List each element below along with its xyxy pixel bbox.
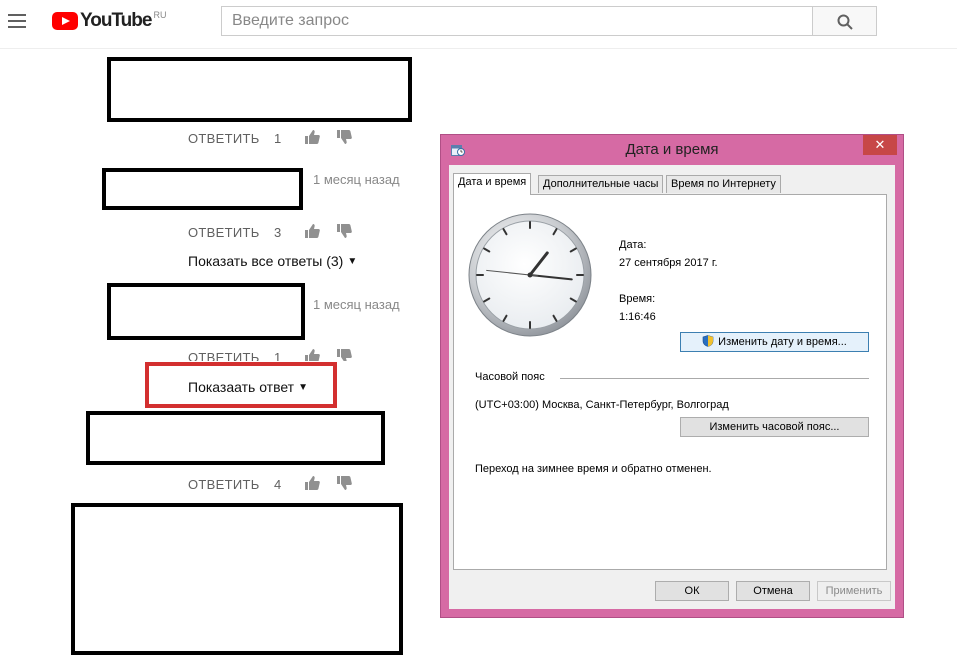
close-icon: ✕ — [874, 137, 886, 152]
reply-button[interactable]: ОТВЕТИТЬ — [188, 225, 260, 240]
tab-internet-time[interactable]: Время по Интернету — [666, 175, 781, 193]
comment-actions-1: ОТВЕТИТЬ 1 — [188, 129, 368, 149]
apply-button[interactable]: Применить — [817, 581, 891, 601]
uac-shield-icon — [702, 335, 714, 347]
youtube-header: YouTube RU — [0, 0, 957, 49]
thumbs-down-icon[interactable] — [336, 223, 352, 239]
menu-icon[interactable] — [8, 14, 26, 28]
dialog-titlebar[interactable]: Дата и время ✕ — [441, 135, 903, 165]
comment-time[interactable]: 1 месяц назад — [313, 297, 400, 312]
thumbs-down-icon[interactable] — [336, 348, 352, 361]
redacted-comment-1 — [107, 57, 412, 122]
comment-actions-2: ОТВЕТИТЬ 3 — [188, 223, 368, 243]
logo-text: YouTube — [80, 10, 152, 31]
redacted-comment-4 — [86, 411, 385, 465]
analog-clock — [468, 213, 592, 337]
tab-date-time[interactable]: Дата и время — [453, 173, 532, 195]
time-value: 1:16:46 — [619, 311, 656, 323]
redacted-comment-5 — [71, 503, 403, 655]
search-box — [221, 6, 813, 36]
youtube-play-icon — [52, 12, 78, 30]
tab-additional-clocks[interactable]: Дополнительные часы — [538, 175, 664, 193]
reply-button[interactable]: ОТВЕТИТЬ — [188, 350, 260, 361]
search-icon — [837, 14, 853, 30]
search-input[interactable] — [222, 7, 812, 35]
timezone-separator — [560, 378, 869, 379]
redacted-author-2 — [102, 168, 303, 210]
like-count: 3 — [274, 225, 282, 240]
date-time-dialog: Дата и время ✕ Дата и время Дополнительн… — [440, 134, 904, 618]
comment-time[interactable]: 1 месяц назад — [313, 172, 400, 187]
date-time-panel: Дата: 27 сентября 2017 г. Время: 1:16:46… — [453, 194, 887, 570]
logo-region: RU — [153, 10, 167, 20]
reply-button[interactable]: ОТВЕТИТЬ — [188, 477, 260, 492]
cancel-button[interactable]: Отмена — [736, 581, 810, 601]
thumbs-down-icon[interactable] — [336, 129, 352, 145]
comment-actions-4: ОТВЕТИТЬ 4 — [188, 475, 368, 495]
show-replies-label: Показать все ответы (3) — [188, 253, 344, 269]
timezone-heading: Часовой пояс — [475, 371, 545, 383]
reply-button[interactable]: ОТВЕТИТЬ — [188, 131, 260, 146]
like-count: 1 — [274, 350, 282, 361]
thumbs-up-icon[interactable] — [304, 475, 320, 491]
comment-actions-3: ОТВЕТИТЬ 1 — [188, 348, 368, 361]
close-button[interactable]: ✕ — [863, 135, 897, 155]
like-count: 4 — [274, 477, 282, 492]
ok-button[interactable]: ОК — [655, 581, 729, 601]
dialog-body: Дата и время Дополнительные часы Время п… — [449, 165, 895, 609]
youtube-logo[interactable]: YouTube RU — [52, 10, 166, 32]
thumbs-up-icon[interactable] — [304, 348, 320, 361]
thumbs-up-icon[interactable] — [304, 129, 320, 145]
search-button[interactable] — [812, 6, 877, 36]
show-reply-button[interactable]: Показаать ответ ▼ — [188, 379, 308, 395]
show-reply-label: Показаать ответ — [188, 379, 295, 395]
like-count: 1 — [274, 131, 282, 146]
thumbs-down-icon[interactable] — [336, 475, 352, 491]
chevron-down-icon: ▼ — [298, 382, 308, 393]
dst-note: Переход на зимнее время и обратно отмене… — [475, 463, 712, 475]
redacted-comment-3 — [107, 283, 305, 340]
date-label: Дата: — [619, 239, 647, 251]
date-value: 27 сентября 2017 г. — [619, 257, 718, 269]
dialog-title: Дата и время — [625, 141, 719, 158]
time-label: Время: — [619, 293, 656, 305]
change-timezone-button[interactable]: Изменить часовой пояс... — [680, 417, 869, 437]
show-replies-button[interactable]: Показать все ответы (3) ▼ — [188, 253, 357, 269]
thumbs-up-icon[interactable] — [304, 223, 320, 239]
timezone-value: (UTC+03:00) Москва, Санкт-Петербург, Вол… — [475, 399, 729, 411]
change-date-time-label: Изменить дату и время... — [718, 336, 847, 348]
change-date-time-button[interactable]: Изменить дату и время... — [680, 332, 869, 352]
chevron-down-icon: ▼ — [347, 256, 358, 267]
